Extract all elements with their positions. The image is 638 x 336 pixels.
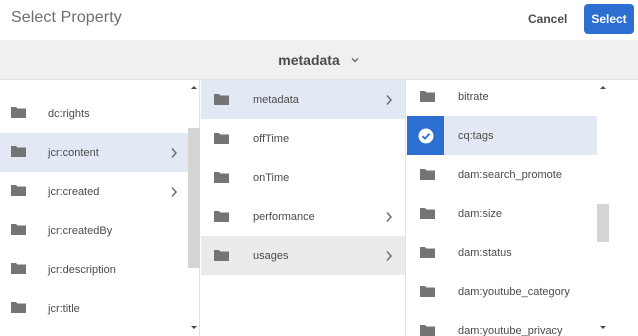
list-item[interactable]: usages: [201, 236, 405, 275]
list-item-label: bitrate: [458, 90, 489, 103]
list-item[interactable]: performance: [201, 197, 405, 236]
list-item[interactable]: dam:status: [407, 233, 597, 272]
dialog-header: Select Property Cancel Select: [0, 0, 638, 40]
list-item[interactable]: dam:youtube_category: [407, 272, 597, 311]
folder-icon: [214, 172, 229, 183]
cancel-button[interactable]: Cancel: [528, 12, 567, 26]
chevron-right-icon: [171, 187, 178, 197]
chevron-right-icon: [386, 95, 393, 105]
list-item[interactable]: jcr:description: [0, 250, 188, 289]
scroll-down-icon[interactable]: [188, 323, 200, 333]
list-item-label: jcr:content: [48, 146, 99, 159]
list-item-selected[interactable]: cq:tags: [407, 116, 597, 155]
folder-icon: [11, 146, 26, 157]
folder-icon: [420, 169, 435, 180]
dialog-title: Select Property: [11, 9, 122, 26]
list-item-label: performance: [253, 210, 315, 223]
column-2: metadata offTime onTime performance usag…: [201, 80, 406, 336]
chevron-right-icon: [386, 212, 393, 222]
scroll-up-icon[interactable]: [188, 82, 200, 92]
list-item[interactable]: offTime: [201, 119, 405, 158]
list-item-label: metadata: [253, 93, 299, 106]
list-item[interactable]: jcr:createdBy: [0, 211, 188, 250]
list-item-label: dam:youtube_privacy: [458, 324, 563, 336]
list-item-label: usages: [253, 249, 289, 262]
column-1: dc:rights jcr:content jcr:created jcr:cr…: [0, 80, 200, 336]
list-item-label: jcr:description: [48, 263, 116, 276]
list-item[interactable]: dam:search_promote: [407, 155, 597, 194]
folder-icon: [420, 91, 435, 102]
list-item[interactable]: dc:rights: [0, 94, 188, 133]
scroll-down-icon[interactable]: [597, 323, 609, 333]
scrollbar-thumb[interactable]: [597, 204, 609, 242]
folder-icon: [214, 133, 229, 144]
scroll-up-icon[interactable]: [597, 82, 609, 92]
column-3-scrollbar[interactable]: [597, 80, 609, 336]
list-item-label: cq:tags: [458, 129, 494, 142]
folder-icon: [11, 224, 26, 235]
folder-icon: [214, 211, 229, 222]
list-item-label: jcr:createdBy: [48, 224, 113, 237]
list-item-label: dam:status: [458, 246, 512, 259]
list-item[interactable]: dam:youtube_privacy: [407, 311, 597, 336]
breadcrumb[interactable]: metadata: [0, 40, 638, 80]
folder-icon: [11, 302, 26, 313]
list-item-label: dam:youtube_category: [458, 285, 570, 298]
chevron-down-icon: [351, 57, 359, 63]
folder-icon: [420, 208, 435, 219]
column-1-scrollbar[interactable]: [188, 80, 200, 336]
list-item[interactable]: jcr:title: [0, 289, 188, 328]
folder-icon: [11, 107, 26, 118]
checkmark-icon: [418, 128, 433, 143]
folder-icon: [11, 263, 26, 274]
selected-badge: [407, 116, 444, 155]
list-item-label: jcr:title: [48, 302, 80, 315]
folder-icon: [420, 247, 435, 258]
list-item-label: dam:search_promote: [458, 168, 562, 181]
breadcrumb-label: metadata: [278, 52, 340, 68]
breadcrumb-bar: metadata: [0, 40, 638, 80]
list-item-label: dam:size: [458, 207, 503, 220]
folder-icon: [420, 325, 435, 336]
chevron-right-icon: [171, 148, 178, 158]
list-item[interactable]: jcr:content: [0, 133, 188, 172]
folder-icon: [214, 250, 229, 261]
folder-icon: [11, 185, 26, 196]
list-item[interactable]: metadata: [201, 80, 405, 119]
list-item-label: dc:rights: [48, 107, 90, 120]
chevron-right-icon: [386, 251, 393, 261]
list-item[interactable]: dam:size: [407, 194, 597, 233]
scrollbar-thumb[interactable]: [188, 128, 200, 268]
list-item-label: jcr:created: [48, 185, 100, 198]
list-item[interactable]: bitrate: [407, 80, 597, 116]
folder-icon: [420, 286, 435, 297]
list-item-label: offTime: [253, 132, 290, 145]
folder-icon: [214, 94, 229, 105]
list-item[interactable]: onTime: [201, 158, 405, 197]
list-item-label: onTime: [253, 171, 290, 184]
select-button[interactable]: Select: [584, 4, 634, 34]
list-item[interactable]: jcr:created: [0, 172, 188, 211]
